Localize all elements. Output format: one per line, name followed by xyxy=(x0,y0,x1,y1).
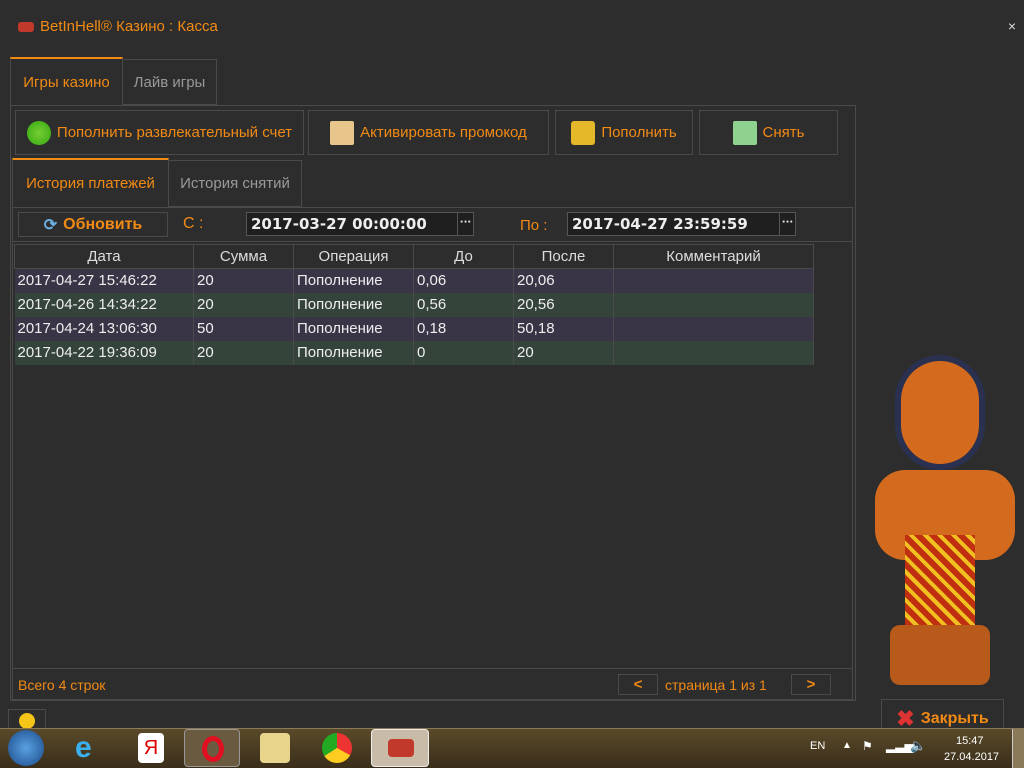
cell-operation: Пополнение xyxy=(293,292,414,317)
cell-amount: 50 xyxy=(193,316,294,341)
coins-icon xyxy=(26,120,51,145)
withdraw-label: Снять xyxy=(762,124,805,141)
tab-live-games[interactable]: Лайв игры xyxy=(122,59,217,105)
col-comment[interactable]: Комментарий xyxy=(613,244,814,269)
deposit-fun-button[interactable]: Пополнить развлекательный счет xyxy=(15,110,304,155)
refresh-button[interactable]: ⟳ Обновить xyxy=(18,212,168,237)
page-indicator: страница 1 из 1 xyxy=(665,677,767,693)
cell-comment xyxy=(613,268,814,293)
tab-withdraw-history[interactable]: История снятий xyxy=(168,160,302,207)
promo-label: Активировать промокод xyxy=(360,124,527,141)
from-date-value: 2017-03-27 00:00:00 xyxy=(251,215,427,233)
col-before[interactable]: До xyxy=(413,244,514,269)
caveman-mascot-image xyxy=(865,355,1024,690)
col-date[interactable]: Дата xyxy=(14,244,194,269)
start-button-icon[interactable] xyxy=(8,730,44,766)
cell-comment xyxy=(613,316,814,341)
cell-before: 0,56 xyxy=(413,292,514,317)
cell-operation: Пополнение xyxy=(293,316,414,341)
clock-date[interactable]: 27.04.2017 xyxy=(944,751,999,763)
cell-date: 2017-04-27 15:46:22 xyxy=(14,268,194,293)
col-amount[interactable]: Сумма xyxy=(193,244,294,269)
payments-table: Дата Сумма Операция До После Комментарий… xyxy=(14,244,814,365)
language-indicator[interactable]: EN xyxy=(810,740,825,752)
from-label: С : xyxy=(183,215,204,232)
window-title: BetInHell® Казино : Касса xyxy=(18,18,218,35)
cell-comment xyxy=(613,340,814,365)
show-desktop-button[interactable] xyxy=(1012,729,1024,768)
cell-operation: Пополнение xyxy=(293,340,414,365)
clock-time[interactable]: 15:47 xyxy=(956,735,984,747)
cell-amount: 20 xyxy=(193,340,294,365)
betinhell-taskbar-button[interactable] xyxy=(371,729,429,767)
deposit-label: Пополнить xyxy=(601,124,677,141)
from-date-input[interactable]: 2017-03-27 00:00:00 ··· xyxy=(246,212,474,236)
tab-casino-games[interactable]: Игры казино xyxy=(10,57,123,105)
close-label: Закрыть xyxy=(920,710,989,727)
table-row[interactable]: 2017-04-26 14:34:22 20 Пополнение 0,56 20,56 xyxy=(14,292,814,317)
col-after[interactable]: После xyxy=(513,244,614,269)
window-title-text: BetInHell® Казино : Касса xyxy=(40,18,218,35)
prev-page-button[interactable]: < xyxy=(618,674,658,695)
activate-promo-button[interactable]: Активировать промокод xyxy=(308,110,549,155)
deposit-fun-label: Пополнить развлекательный счет xyxy=(56,124,293,141)
from-date-picker-button[interactable]: ··· xyxy=(457,213,473,235)
cell-after: 20,06 xyxy=(513,268,614,293)
cell-before: 0,18 xyxy=(413,316,514,341)
tray-expand-icon[interactable]: ▲ xyxy=(842,740,852,751)
cell-operation: Пополнение xyxy=(293,268,414,293)
col-operation[interactable]: Операция xyxy=(293,244,414,269)
to-date-value: 2017-04-27 23:59:59 xyxy=(572,215,748,233)
yandex-browser-icon[interactable]: Я xyxy=(138,733,164,763)
cell-before: 0 xyxy=(413,340,514,365)
next-page-button[interactable]: > xyxy=(791,674,831,695)
to-date-input[interactable]: 2017-04-27 23:59:59 ··· xyxy=(567,212,796,236)
table-row[interactable]: 2017-04-22 19:36:09 20 Пополнение 0 20 xyxy=(14,340,814,365)
cell-date: 2017-04-22 19:36:09 xyxy=(14,340,194,365)
cell-comment xyxy=(613,292,814,317)
cell-after: 20 xyxy=(513,340,614,365)
coins-add-icon xyxy=(571,120,596,145)
action-center-flag-icon[interactable]: ⚑ xyxy=(862,739,873,753)
cell-amount: 20 xyxy=(193,292,294,317)
cell-date: 2017-04-26 14:34:22 xyxy=(14,292,194,317)
opera-icon xyxy=(202,736,224,762)
refresh-icon: ⟳ xyxy=(43,216,58,234)
file-explorer-icon[interactable] xyxy=(260,733,290,763)
window-close-button[interactable]: × xyxy=(1008,18,1016,34)
to-label: По : xyxy=(520,217,548,234)
chrome-icon[interactable] xyxy=(322,733,352,763)
cell-date: 2017-04-24 13:06:30 xyxy=(14,316,194,341)
deposit-button[interactable]: Пополнить xyxy=(555,110,693,155)
refresh-label: Обновить xyxy=(63,215,143,233)
clipboard-check-icon xyxy=(330,120,355,145)
volume-icon[interactable]: 🔈 xyxy=(910,738,926,754)
table-row[interactable]: 2017-04-24 13:06:30 50 Пополнение 0,18 50,18 xyxy=(14,316,814,341)
internet-explorer-icon[interactable]: e xyxy=(75,733,105,763)
cell-amount: 20 xyxy=(193,268,294,293)
row-count: Всего 4 строк xyxy=(18,677,106,693)
money-icon xyxy=(732,120,757,145)
tab-payment-history[interactable]: История платежей xyxy=(12,158,169,207)
betinhell-icon xyxy=(388,739,414,757)
opera-taskbar-button[interactable] xyxy=(184,729,240,767)
to-date-picker-button[interactable]: ··· xyxy=(779,213,795,235)
withdraw-button[interactable]: Снять xyxy=(699,110,838,155)
cell-after: 50,18 xyxy=(513,316,614,341)
casino-logo-icon xyxy=(18,21,34,32)
lightbulb-icon xyxy=(19,713,35,729)
cell-after: 20,56 xyxy=(513,292,614,317)
cell-before: 0,06 xyxy=(413,268,514,293)
table-row[interactable]: 2017-04-27 15:46:22 20 Пополнение 0,06 20,06 xyxy=(14,268,814,293)
